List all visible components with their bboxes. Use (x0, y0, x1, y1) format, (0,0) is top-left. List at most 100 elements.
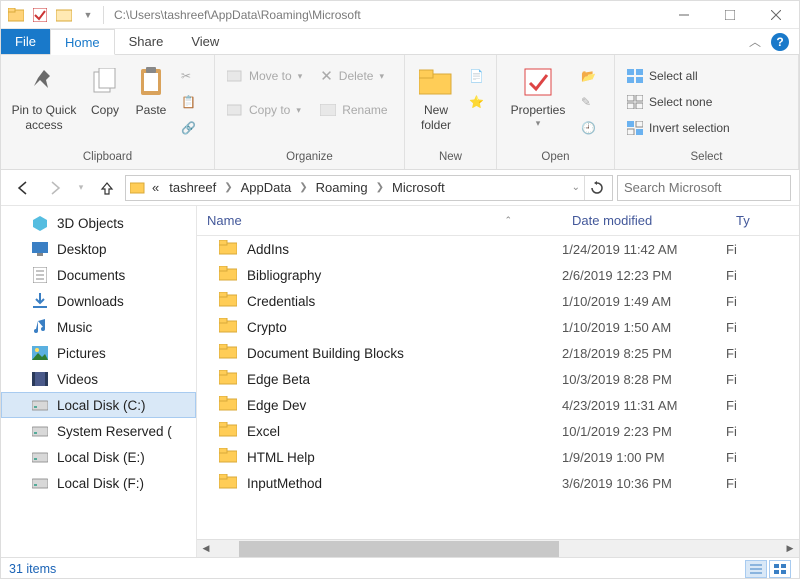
file-row[interactable]: HTML Help1/9/2019 1:00 PMFi (197, 444, 799, 470)
group-label: Clipboard (1, 151, 214, 169)
search-box[interactable] (617, 175, 791, 201)
minimize-button[interactable] (661, 1, 707, 29)
file-row[interactable]: AddIns1/24/2019 11:42 AMFi (197, 236, 799, 262)
sidebar-item-label: Music (57, 320, 92, 335)
file-name: HTML Help (247, 450, 315, 465)
file-rows[interactable]: AddIns1/24/2019 11:42 AMFiBibliography2/… (197, 236, 799, 539)
scroll-left-button[interactable]: ◀ (197, 540, 215, 558)
file-row[interactable]: Bibliography2/6/2019 12:23 PMFi (197, 262, 799, 288)
qat-dropdown-icon[interactable]: ▼ (79, 6, 97, 24)
window-controls (661, 1, 799, 29)
crumb-2[interactable]: Roaming (312, 180, 372, 195)
thumbnails-view-button[interactable] (769, 560, 791, 578)
file-row[interactable]: Edge Dev4/23/2019 11:31 AMFi (197, 392, 799, 418)
select-all-icon (627, 69, 643, 83)
file-row[interactable]: Crypto1/10/2019 1:50 AMFi (197, 314, 799, 340)
search-input[interactable] (624, 180, 800, 195)
details-view-button[interactable] (745, 560, 767, 578)
sidebar-item[interactable]: Downloads (1, 288, 196, 314)
horizontal-scrollbar[interactable]: ◀ ▶ (197, 539, 799, 557)
forward-button[interactable] (41, 174, 69, 202)
crumb-3[interactable]: Microsoft (388, 180, 449, 195)
crumb-0[interactable]: tashreef (165, 180, 220, 195)
column-name[interactable]: Name⌃ (197, 213, 562, 228)
file-row[interactable]: Excel10/1/2019 2:23 PMFi (197, 418, 799, 444)
file-row[interactable]: InputMethod3/6/2019 10:36 PMFi (197, 470, 799, 496)
sidebar-item[interactable]: System Reserved ( (1, 418, 196, 444)
copy-path-button[interactable]: 📋 (175, 89, 202, 115)
close-button[interactable] (753, 1, 799, 29)
scrollbar-thumb[interactable] (239, 541, 559, 557)
new-item-button[interactable]: 📄 (463, 63, 490, 89)
sidebar-item[interactable]: Desktop (1, 236, 196, 262)
new-folder-icon[interactable] (55, 6, 73, 24)
folder-icon (219, 396, 237, 414)
pin-to-quick-access-button[interactable]: Pin to Quick access (7, 61, 81, 149)
sidebar-item[interactable]: Local Disk (E:) (1, 444, 196, 470)
properties-button[interactable]: Properties ▾ (503, 61, 573, 149)
file-name: Bibliography (247, 268, 321, 283)
chevron-right-icon[interactable]: ❯ (374, 182, 386, 193)
file-date: 1/10/2019 1:49 AM (562, 294, 726, 309)
new-folder-button[interactable]: New folder (411, 61, 461, 149)
refresh-button[interactable] (584, 176, 608, 200)
invert-selection-button[interactable]: Invert selection (621, 115, 736, 141)
breadcrumb-overflow[interactable]: « (148, 180, 163, 195)
sidebar-item[interactable]: 3D Objects (1, 210, 196, 236)
open-button[interactable]: 📂 (575, 63, 602, 89)
edit-button[interactable]: ✎ (575, 89, 602, 115)
sidebar-item[interactable]: Videos (1, 366, 196, 392)
move-to-button[interactable]: Move to▾ (221, 63, 308, 89)
chevron-right-icon[interactable]: ❯ (297, 182, 309, 193)
tab-home[interactable]: Home (50, 29, 115, 55)
file-type: Fi (726, 450, 799, 465)
easy-access-button[interactable]: ⭐ (463, 89, 490, 115)
navigation-pane[interactable]: 3D ObjectsDesktopDocuments Downloads Music… (1, 206, 197, 557)
recent-locations-button[interactable]: ▾ (73, 174, 89, 202)
crumb-1[interactable]: AppData (237, 180, 296, 195)
paste-button[interactable]: Paste (129, 61, 173, 149)
select-all-button[interactable]: Select all (621, 63, 736, 89)
select-none-button[interactable]: Select none (621, 89, 736, 115)
collapse-ribbon-icon[interactable]: ︿ (749, 33, 761, 50)
rename-icon (320, 104, 336, 116)
properties-icon[interactable] (31, 6, 49, 24)
breadcrumb[interactable]: « tashreef ❯ AppData ❯ Roaming ❯ Microso… (125, 175, 613, 201)
status-bar: 31 items (1, 557, 799, 579)
delete-button[interactable]: ✕Delete▾ (314, 63, 393, 89)
chevron-down-icon[interactable]: ⌄ (570, 182, 582, 193)
tab-view[interactable]: View (177, 29, 233, 54)
pictures-icon (31, 344, 49, 362)
folder-icon[interactable] (7, 6, 25, 24)
help-icon[interactable]: ? (771, 33, 789, 51)
sidebar-item[interactable]: Documents (1, 262, 196, 288)
file-type: Fi (726, 476, 799, 491)
sidebar-item[interactable]: Local Disk (F:) (1, 470, 196, 496)
file-row[interactable]: Edge Beta10/3/2019 8:28 PMFi (197, 366, 799, 392)
copy-button[interactable]: Copy (83, 61, 127, 149)
quick-access-toolbar: ▼ (1, 6, 110, 24)
sidebar-item[interactable]: Music (1, 314, 196, 340)
up-button[interactable] (93, 174, 121, 202)
column-date[interactable]: Date modified (562, 213, 726, 228)
chevron-right-icon[interactable]: ❯ (222, 182, 234, 193)
file-row[interactable]: Credentials1/10/2019 1:49 AMFi (197, 288, 799, 314)
history-button[interactable]: 🕘 (575, 115, 602, 141)
cut-button[interactable]: ✂ (175, 63, 202, 89)
back-button[interactable] (9, 174, 37, 202)
sidebar-item[interactable]: Local Disk (C:) (1, 392, 196, 418)
tab-file[interactable]: File (1, 29, 50, 54)
file-type: Fi (726, 372, 799, 387)
sidebar-item[interactable]: Pictures (1, 340, 196, 366)
copy-to-button[interactable]: Copy to▾ (221, 97, 308, 123)
tab-share[interactable]: Share (115, 29, 178, 54)
paste-shortcut-button[interactable]: 🔗 (175, 115, 202, 141)
rename-button[interactable]: Rename (314, 97, 393, 123)
column-type[interactable]: Ty (726, 213, 799, 228)
edit-icon: ✎ (581, 95, 591, 109)
file-row[interactable]: Document Building Blocks2/18/2019 8:25 P… (197, 340, 799, 366)
sidebar-item-label: Downloads (57, 294, 124, 309)
maximize-button[interactable] (707, 1, 753, 29)
scroll-right-button[interactable]: ▶ (781, 540, 799, 558)
file-name: Crypto (247, 320, 287, 335)
